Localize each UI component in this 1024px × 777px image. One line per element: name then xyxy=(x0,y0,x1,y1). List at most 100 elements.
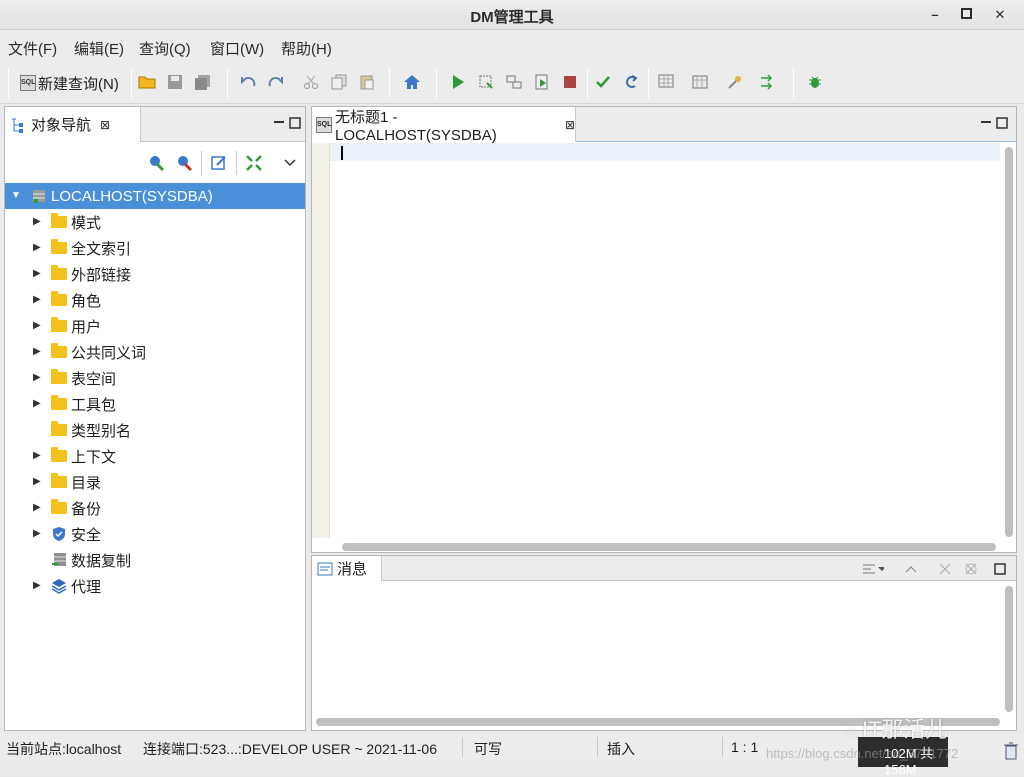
save-button[interactable] xyxy=(164,71,186,93)
tab-untitled-query[interactable]: SQL 无标题1 - LOCALHOST(SYSDBA) ⊠ xyxy=(312,107,576,144)
status-site: 当前站点:localhost xyxy=(6,741,122,757)
menu-help[interactable]: 帮助(H) xyxy=(281,38,332,59)
chevron-right-icon[interactable]: ▶ xyxy=(33,295,43,305)
minimize-pane-button[interactable] xyxy=(980,116,992,128)
status-separator xyxy=(597,737,598,757)
save-all-button[interactable] xyxy=(192,71,214,93)
debug-button[interactable] xyxy=(804,71,826,93)
tree-item[interactable]: ▶ 角色 xyxy=(5,287,305,313)
editor-vertical-scrollbar[interactable] xyxy=(1005,147,1013,537)
chevron-right-icon[interactable]: ▶ xyxy=(33,243,43,253)
open-button[interactable] xyxy=(136,71,158,93)
run-script-button[interactable] xyxy=(531,71,553,93)
chevron-right-icon[interactable]: ▶ xyxy=(33,217,43,227)
close-icon[interactable]: ⊠ xyxy=(100,118,110,132)
tree-item[interactable]: ▶ 外部链接 xyxy=(5,261,305,287)
chevron-down-icon[interactable]: ▼ xyxy=(11,191,21,201)
tree-item[interactable]: ▶ 模式 xyxy=(5,209,305,235)
home-button[interactable] xyxy=(401,71,423,93)
undo-button[interactable] xyxy=(237,71,259,93)
tree-item[interactable]: 数据复制 xyxy=(5,547,305,573)
message-export-button[interactable] xyxy=(900,558,922,580)
tree-item[interactable]: ▶ 安全 xyxy=(5,521,305,547)
redo-icon xyxy=(268,76,283,87)
cut-icon xyxy=(304,75,318,89)
sql-text-area[interactable] xyxy=(330,143,1000,538)
replication-icon xyxy=(52,553,66,566)
tree-item-label: 数据复制 xyxy=(71,552,132,570)
menu-edit[interactable]: 编辑(E) xyxy=(74,38,124,59)
tree-item[interactable]: ▶ 备份 xyxy=(5,495,305,521)
chevron-right-icon[interactable]: ▶ xyxy=(33,373,43,383)
tree-item[interactable]: ▶ 目录 xyxy=(5,469,305,495)
maximize-pane-button[interactable] xyxy=(996,116,1008,129)
paste-button[interactable] xyxy=(356,71,378,93)
tree-item[interactable]: ▶ 表空间 xyxy=(5,365,305,391)
edit-button[interactable] xyxy=(208,152,230,174)
play-icon xyxy=(453,75,464,89)
new-query-button[interactable]: SQL 新建查询(N) xyxy=(20,72,119,94)
chevron-right-icon[interactable]: ▶ xyxy=(33,581,43,591)
chevron-right-icon[interactable]: ▶ xyxy=(33,347,43,357)
tree-item[interactable]: ▶ 工具包 xyxy=(5,391,305,417)
debug-step-button[interactable] xyxy=(724,71,746,93)
connect-icon xyxy=(150,156,165,172)
maximize-button[interactable] xyxy=(955,4,977,26)
message-pane: 消息 xyxy=(311,555,1017,731)
chevron-right-icon[interactable]: ▶ xyxy=(33,321,43,331)
cut-button[interactable] xyxy=(300,71,322,93)
chevron-right-icon[interactable]: ▶ xyxy=(33,477,43,487)
redo-button[interactable] xyxy=(265,71,287,93)
status-port: 连接端口:523...:DEVELOP USER ~ 2021-11-06 xyxy=(143,741,438,757)
tree-node-localhost[interactable]: ▼ LOCALHOST(SYSDBA) xyxy=(5,183,305,209)
chevron-right-icon[interactable]: ▶ xyxy=(33,503,43,513)
execute-button[interactable] xyxy=(447,71,469,93)
editor-horizontal-scrollbar[interactable] xyxy=(342,543,996,551)
close-button[interactable]: ✕ xyxy=(989,4,1011,26)
tree-item[interactable]: ▶ 用户 xyxy=(5,313,305,339)
view-menu-button[interactable] xyxy=(279,152,301,174)
query-plan-button[interactable] xyxy=(656,71,678,93)
tree-item[interactable]: ▶ 全文索引 xyxy=(5,235,305,261)
menu-file[interactable]: 文件(F) xyxy=(8,38,57,59)
copy-button[interactable] xyxy=(328,71,350,93)
rollback-button[interactable] xyxy=(620,71,642,93)
explain-button[interactable] xyxy=(503,71,525,93)
chevron-right-icon[interactable]: ▶ xyxy=(33,451,43,461)
tree-item[interactable]: ▶ 上下文 xyxy=(5,443,305,469)
navigator-toolbar xyxy=(5,143,305,183)
minimize-pane-button[interactable] xyxy=(273,116,285,128)
menu-query[interactable]: 查询(Q) xyxy=(139,38,191,59)
schedule-button[interactable] xyxy=(690,71,712,93)
tab-messages[interactable]: 消息 xyxy=(312,556,382,581)
expand-all-button[interactable] xyxy=(243,152,265,174)
chevron-right-icon[interactable]: ▶ xyxy=(33,399,43,409)
message-clear-all-button[interactable] xyxy=(960,558,982,580)
message-clear-button[interactable] xyxy=(934,558,956,580)
navigator-tab-label: 对象导航 xyxy=(31,117,92,134)
maximize-icon xyxy=(994,563,1006,575)
commit-button[interactable] xyxy=(592,71,614,93)
tree-item[interactable]: 类型别名 xyxy=(5,417,305,443)
stop-button[interactable] xyxy=(559,71,581,93)
execute-plan-button[interactable] xyxy=(475,71,497,93)
close-icon[interactable]: ⊠ xyxy=(565,118,575,132)
menu-window[interactable]: 窗口(W) xyxy=(210,38,264,59)
transfer-button[interactable] xyxy=(757,71,779,93)
message-tab-label: 消息 xyxy=(337,561,368,578)
connect-button[interactable] xyxy=(146,152,168,174)
toolbar-separator xyxy=(389,68,390,98)
message-filter-button[interactable] xyxy=(862,558,884,580)
chevron-right-icon[interactable]: ▶ xyxy=(33,529,43,539)
tab-object-navigator[interactable]: 对象导航 ⊠ xyxy=(5,107,141,142)
editor-tab-label: 无标题1 - LOCALHOST(SYSDBA) xyxy=(335,108,497,144)
message-vertical-scrollbar[interactable] xyxy=(1005,586,1013,712)
maximize-pane-button[interactable] xyxy=(289,116,301,129)
minimize-button[interactable]: – xyxy=(924,4,946,26)
garbage-collect-button[interactable] xyxy=(1003,741,1019,761)
maximize-pane-button[interactable] xyxy=(994,562,1006,575)
tree-item[interactable]: ▶ 代理 xyxy=(5,573,305,599)
disconnect-button[interactable] xyxy=(174,152,196,174)
tree-item[interactable]: ▶ 公共同义词 xyxy=(5,339,305,365)
chevron-right-icon[interactable]: ▶ xyxy=(33,269,43,279)
